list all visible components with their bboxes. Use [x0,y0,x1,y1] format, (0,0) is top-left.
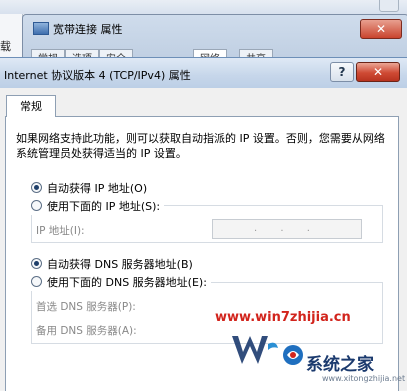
ip-address-label: IP 地址(I): [36,225,85,237]
dialog-titlebar: Internet 协议版本 4 (TCP/IPv4) 属性 ? ✕ [0,58,407,88]
alternate-dns-label: 备用 DNS 服务器(A): [36,325,137,337]
windows-logo-icon [232,336,278,364]
tab-general[interactable]: 常规 [6,95,56,117]
background-left-text: 载 [0,40,11,53]
ipv4-properties-dialog: Internet 协议版本 4 (TCP/IPv4) 属性 ? ✕ 常规 如果网… [0,57,407,391]
ip-manual-label: 使用下面的 IP 地址(S): [47,200,161,213]
ip-auto-label: 自动获得 IP 地址(O) [47,182,148,195]
background-top-close-button[interactable] [379,0,399,12]
ip-auto-option[interactable]: 自动获得 IP 地址(O) [31,181,147,197]
dns-manual-option[interactable]: 使用下面的 DNS 服务器地址(E): [31,275,211,291]
dns-manual-label: 使用下面的 DNS 服务器地址(E): [47,276,207,289]
dns-auto-option[interactable]: 自动获得 DNS 服务器地址(B) [31,257,193,273]
dialog-title: Internet 协议版本 4 (TCP/IPv4) 属性 [4,69,191,82]
preferred-dns-label: 首选 DNS 服务器(P): [36,301,136,313]
watermark-site-text: www.win7zhijia.cn [215,310,351,325]
dns-auto-radio[interactable] [31,258,42,269]
background-top-strip [0,0,407,14]
description-text: 如果网络支持此功能，则可以获取自动指派的 IP 设置。否则，您需要从网络系统管理… [16,132,385,160]
brand-logo-icon [283,345,303,365]
help-button[interactable]: ? [330,62,354,82]
broadband-window-title: 宽带连接 属性 [53,23,123,36]
ip-address-input[interactable]: . . . [212,219,362,239]
network-connection-icon [33,22,49,35]
broadband-close-button[interactable]: ✕ [360,19,402,39]
watermark-brand-text: 系统之家 [306,355,374,375]
close-button[interactable]: ✕ [356,62,400,82]
watermark-url-text: www.xitongzhijia.net [322,374,406,383]
dns-manual-radio[interactable] [31,276,42,287]
ip-auto-radio[interactable] [31,182,42,193]
ip-manual-radio[interactable] [31,200,42,211]
dns-auto-label: 自动获得 DNS 服务器地址(B) [47,258,193,271]
ip-manual-option[interactable]: 使用下面的 IP 地址(S): [31,199,165,215]
